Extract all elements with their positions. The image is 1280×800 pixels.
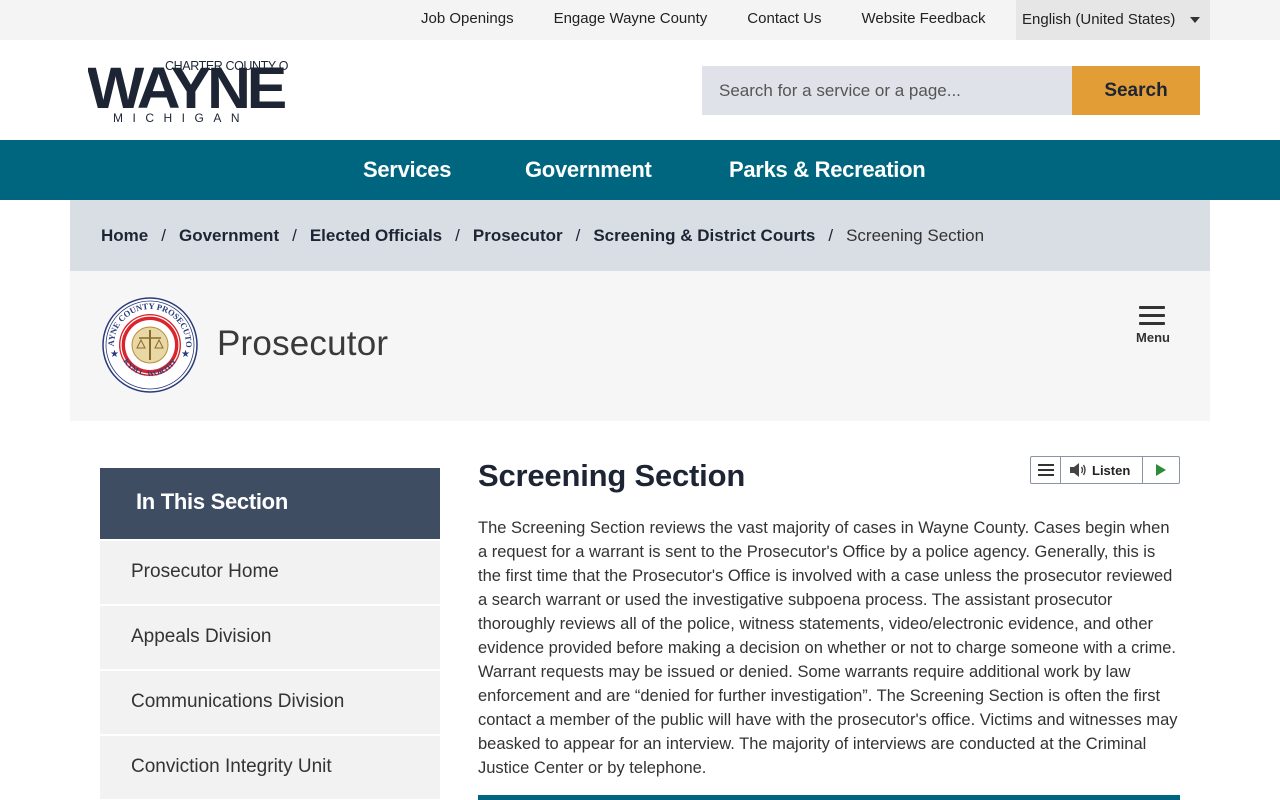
section-sidebar: In This Section Prosecutor Home Appeals … [100, 468, 440, 799]
play-button[interactable] [1143, 457, 1179, 483]
job-openings-link[interactable]: Job Openings [401, 0, 534, 40]
breadcrumb-current: Screening Section [846, 226, 985, 245]
website-feedback-link[interactable]: Website Feedback [842, 0, 1006, 40]
svg-text:MICHIGAN: MICHIGAN [113, 111, 249, 125]
sidebar-item-conviction-integrity-unit[interactable]: Conviction Integrity Unit [100, 736, 440, 799]
menu-label: Menu [1136, 330, 1170, 345]
breadcrumb-prosecutor[interactable]: Prosecutor [473, 226, 563, 245]
breadcrumb-separator: / [161, 226, 166, 245]
content-divider [478, 795, 1180, 800]
speaker-icon [1070, 463, 1086, 477]
hamburger-menu-icon [1038, 464, 1054, 466]
sidebar-item-prosecutor-home[interactable]: Prosecutor Home [100, 541, 440, 604]
department-banner: WAYNE COUNTY PROSECUTOR KYM L. WORTHY ★ … [70, 271, 1210, 421]
department-title: Prosecutor [217, 324, 389, 363]
breadcrumb-trail: Home / Government / Elected Officials / Prosec… [101, 200, 984, 271]
sidebar-item-appeals-division[interactable]: Appeals Division [100, 606, 440, 669]
hamburger-menu-icon-bar [1038, 469, 1054, 471]
hamburger-menu-icon-bar [1038, 474, 1054, 476]
sidebar-item-communications-division[interactable]: Communications Division [100, 671, 440, 734]
listen-menu-button[interactable] [1031, 457, 1061, 483]
language-select-value: English (United States) [1022, 11, 1176, 28]
wayne-county-logo[interactable]: CHARTER COUNTY OF WAYNE MICHIGAN [88, 55, 288, 125]
sidebar-header: In This Section [100, 468, 440, 539]
search-button[interactable]: Search [1072, 66, 1200, 115]
site-header: CHARTER COUNTY OF WAYNE MICHIGAN Search [0, 40, 1280, 140]
breadcrumb-separator: / [575, 226, 581, 245]
listen-widget: Listen [1030, 456, 1180, 484]
breadcrumb-home[interactable]: Home [101, 226, 148, 245]
breadcrumb-separator: / [292, 226, 297, 245]
breadcrumb-separator: / [455, 226, 460, 245]
body-paragraph: The Screening Section reviews the vast m… [478, 519, 1178, 777]
nav-item-parks-recreation[interactable]: Parks & Recreation [729, 140, 926, 200]
breadcrumb-elected-officials[interactable]: Elected Officials [310, 226, 442, 245]
svg-text:★: ★ [181, 349, 190, 360]
utility-bar: Job Openings Engage Wayne County Contact… [0, 0, 1280, 40]
main-nav: Services Government Parks & Recreation [0, 140, 1280, 200]
prosecutor-seal: WAYNE COUNTY PROSECUTOR KYM L. WORTHY ★ … [101, 296, 198, 393]
nav-item-services[interactable]: Services [363, 140, 451, 200]
language-select[interactable]: English (United States) [1016, 0, 1210, 40]
section-menu-button[interactable]: Menu [1130, 303, 1176, 349]
breadcrumb-separator: / [828, 226, 834, 245]
breadcrumb: Home / Government / Elected Officials / Prosec… [70, 200, 1210, 271]
search-input[interactable] [702, 66, 1072, 115]
svg-text:★: ★ [110, 349, 119, 360]
breadcrumb-screening-district-courts[interactable]: Screening & District Courts [593, 226, 815, 245]
breadcrumb-government[interactable]: Government [179, 226, 279, 245]
play-icon [1156, 464, 1166, 476]
hamburger-menu-icon [1139, 306, 1165, 330]
utility-links: Job Openings Engage Wayne County Contact… [401, 0, 1005, 40]
chevron-down-icon [1190, 17, 1200, 23]
engage-wayne-county-link[interactable]: Engage Wayne County [534, 0, 728, 40]
listen-button[interactable]: Listen [1061, 457, 1143, 483]
listen-label: Listen [1092, 462, 1131, 478]
nav-item-government[interactable]: Government [525, 140, 652, 200]
page-title: Screening Section [478, 458, 746, 493]
contact-us-link[interactable]: Contact Us [727, 0, 841, 40]
